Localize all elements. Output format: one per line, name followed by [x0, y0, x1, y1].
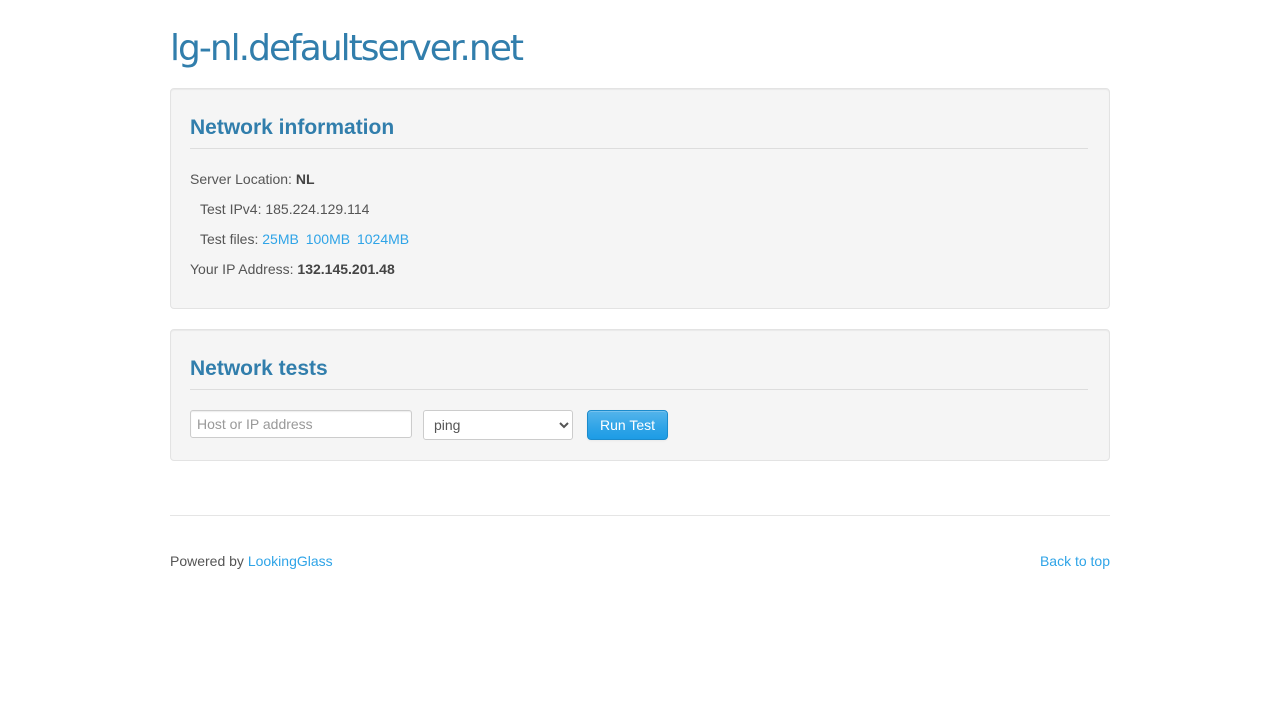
- command-select[interactable]: ping: [423, 410, 573, 440]
- lookingglass-link[interactable]: LookingGlass: [248, 553, 333, 569]
- test-ipv4-label: Test IPv4:: [200, 201, 262, 217]
- host-input[interactable]: [190, 410, 412, 438]
- footer-powered-by: Powered by LookingGlass: [170, 551, 333, 571]
- test-ipv4-value: 185.224.129.114: [265, 201, 370, 217]
- server-location-value: NL: [295, 171, 315, 187]
- network-information-panel: Network information Server Location: NL …: [170, 88, 1110, 309]
- test-files-label: Test files:: [200, 231, 259, 247]
- back-to-top-link[interactable]: Back to top: [1040, 553, 1110, 569]
- footer-back-to-top: Back to top: [1040, 551, 1110, 571]
- network-information-heading: Network information: [190, 89, 1088, 149]
- test-file-100mb-link[interactable]: 100MB: [306, 231, 350, 247]
- network-tests-panel: Network tests ping Run Test: [170, 329, 1110, 461]
- test-file-25mb-link[interactable]: 25MB: [262, 231, 299, 247]
- run-test-button[interactable]: Run Test: [587, 410, 668, 440]
- server-location-row: Server Location: NL: [190, 169, 315, 189]
- network-tests-heading: Network tests: [190, 330, 1088, 390]
- your-ip-label: Your IP Address:: [190, 261, 294, 277]
- your-ip-row: Your IP Address: 132.145.201.48: [190, 259, 395, 279]
- site-title: lg-nl.defaultserver.net: [170, 28, 524, 69]
- test-ipv4-row: Test IPv4: 185.224.129.114: [200, 199, 369, 219]
- test-file-1024mb-link[interactable]: 1024MB: [357, 231, 409, 247]
- test-files-row: Test files: 25MB 100MB 1024MB: [200, 229, 412, 249]
- server-location-label: Server Location:: [190, 171, 292, 187]
- your-ip-value: 132.145.201.48: [297, 261, 395, 277]
- powered-by-label: Powered by: [170, 553, 244, 569]
- footer-divider: [170, 515, 1110, 516]
